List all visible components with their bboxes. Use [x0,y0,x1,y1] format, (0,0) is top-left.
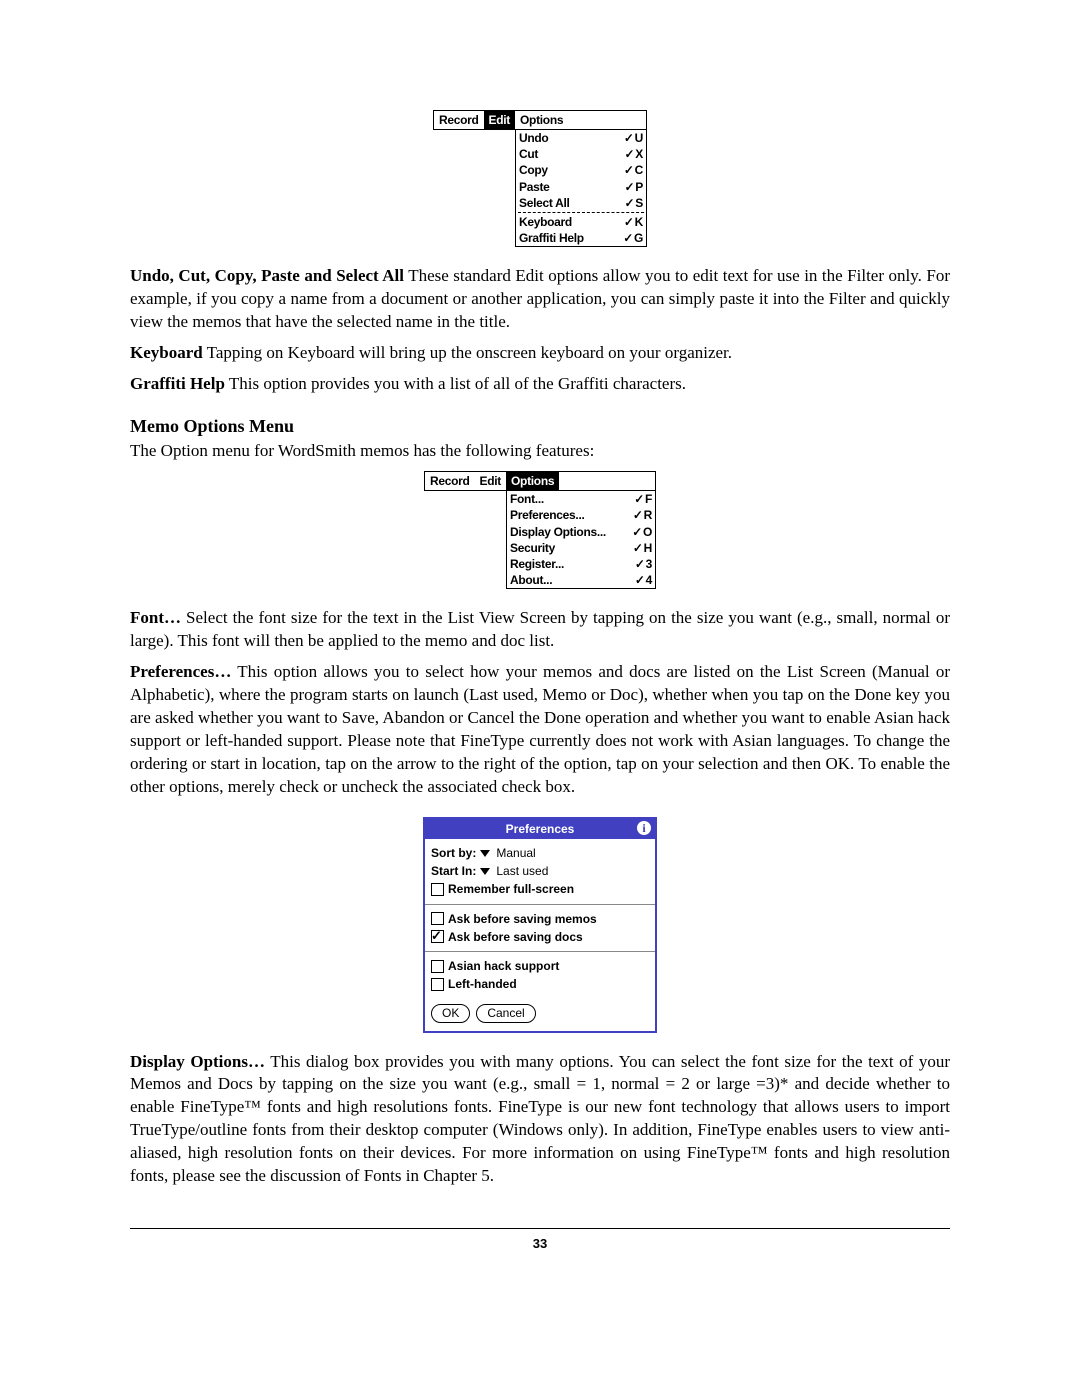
body-text: Tapping on Keyboard will bring up the on… [203,343,732,362]
options-menu-screenshot: Record Edit Options Font... F Preferences… [424,471,656,589]
startin-label: Start In: [431,863,476,879]
menu-item-keyboard: Keyboard [519,214,572,230]
shortcut: P [625,179,643,195]
para-font: Font… Select the font size for the text … [130,607,950,653]
checkbox-label: Ask before saving memos [448,911,597,927]
shortcut: 4 [635,572,652,588]
menu-item-cut: Cut [519,146,538,162]
shortcut: X [625,146,643,162]
checkbox-label: Ask before saving docs [448,929,583,945]
chevron-down-icon[interactable] [480,850,490,857]
menu-item-graffiti-help: Graffiti Help [519,230,584,246]
footer-rule [130,1228,950,1229]
edit-menu-screenshot: Record Edit Options Undo U Cut X Copy C Pas… [433,110,647,247]
menubar-tab-options: Options [515,111,568,129]
checkbox-ask-save-docs[interactable] [431,930,444,943]
para-undo: Undo, Cut, Copy, Paste and Select All Th… [130,265,950,334]
checkbox-label: Left-handed [448,976,517,992]
menubar-tab-edit: Edit [484,111,515,129]
shortcut: G [623,230,643,246]
body-text: This option allows you to select how you… [130,662,950,796]
run-in-heading: Keyboard [130,343,203,362]
menu-item-register: Register... [510,556,564,572]
run-in-heading: Font… [130,608,181,627]
menu-item-undo: Undo [519,130,548,146]
options-dropdown: Font... F Preferences... R Display Options… [506,491,656,589]
menu-item-select-all: Select All [519,195,570,211]
shortcut: K [624,214,643,230]
preferences-dialog: Preferences i Sort by: Manual Start In: … [423,817,657,1033]
checkbox-left-handed[interactable] [431,978,444,991]
checkbox-remember-fullscreen[interactable] [431,883,444,896]
para-graffiti: Graffiti Help This option provides you w… [130,373,950,396]
menubar-tab-record: Record [434,111,484,129]
menu-item-security: Security [510,540,555,556]
ok-button[interactable]: OK [431,1004,470,1022]
shortcut: 3 [635,556,652,572]
shortcut: O [632,524,652,540]
para-display-options: Display Options… This dialog box provide… [130,1051,950,1189]
menu-item-display-options: Display Options... [510,524,606,540]
menu-item-preferences: Preferences... [510,507,585,523]
shortcut: F [634,491,652,507]
run-in-heading: Undo, Cut, Copy, Paste and Select All [130,266,404,285]
para-prefs: Preferences… This option allows you to s… [130,661,950,799]
checkbox-asian-hack[interactable] [431,960,444,973]
dialog-title: Preferences [506,822,575,836]
run-in-heading: Preferences… [130,662,231,681]
shortcut: C [624,162,643,178]
chevron-down-icon[interactable] [480,868,490,875]
info-icon[interactable]: i [637,821,651,835]
menu-item-about: About... [510,572,552,588]
shortcut: U [624,130,643,146]
body-text: This option provides you with a list of … [225,374,686,393]
body-text: This dialog box provides you with many o… [130,1052,950,1186]
shortcut: S [625,195,643,211]
options-intro: The Option menu for WordSmith memos has … [130,440,950,463]
shortcut: H [633,540,652,556]
sortby-value[interactable]: Manual [496,845,535,861]
menu-item-copy: Copy [519,162,548,178]
run-in-heading: Graffiti Help [130,374,225,393]
run-in-heading: Display Options… [130,1052,265,1071]
menubar-tab-edit: Edit [475,472,506,490]
body-text: Select the font size for the text in the… [130,608,950,650]
cancel-button[interactable]: Cancel [476,1004,535,1022]
startin-value[interactable]: Last used [496,863,548,879]
shortcut: R [633,507,652,523]
checkbox-label: Asian hack support [448,958,559,974]
checkbox-label: Remember full-screen [448,881,574,897]
edit-dropdown: Undo U Cut X Copy C Paste P Select All S Keyb… [515,130,647,247]
para-keyboard: Keyboard Tapping on Keyboard will bring … [130,342,950,365]
page-number: 33 [130,1235,950,1253]
checkbox-ask-save-memos[interactable] [431,912,444,925]
menubar-tab-record: Record [425,472,475,490]
menu-item-font: Font... [510,491,544,507]
menu-item-paste: Paste [519,179,550,195]
section-memo-options-menu: Memo Options Menu [130,414,950,438]
menubar-tab-options: Options [506,472,559,490]
sortby-label: Sort by: [431,845,476,861]
